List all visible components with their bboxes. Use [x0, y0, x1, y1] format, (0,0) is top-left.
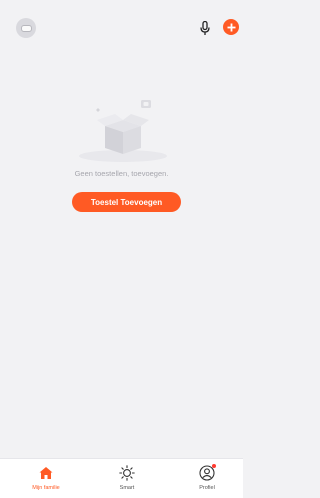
plus-icon	[227, 23, 235, 31]
home-glyph	[39, 467, 53, 479]
microphone-glyph	[200, 20, 210, 35]
profile-icon	[199, 464, 216, 481]
add-device-primary-button[interactable]: Toestel Toevoegen	[72, 192, 181, 212]
home-avatar-icon[interactable]	[16, 18, 36, 38]
notification-badge	[212, 464, 216, 468]
app-screen: Geen toestellen, toevoegen. Toestel Toev…	[0, 0, 243, 498]
sun-glyph	[119, 465, 135, 481]
tab-smart[interactable]: Smart	[97, 459, 157, 498]
tab-label-profile: Profiel	[199, 485, 215, 491]
add-device-button[interactable]	[223, 19, 239, 35]
bottom-tab-bar: Mijn familie Smart Profiel	[0, 458, 243, 498]
tab-label-smart: Smart	[119, 485, 135, 491]
tab-my-family[interactable]: Mijn familie	[16, 459, 76, 498]
empty-state-message: Geen toestellen, toevoegen.	[74, 169, 169, 178]
tab-profile[interactable]: Profiel	[177, 459, 237, 498]
tab-label-my-family: Mijn familie	[32, 485, 60, 491]
microphone-icon[interactable]	[198, 19, 212, 37]
home-icon	[38, 465, 54, 481]
sun-icon	[119, 465, 135, 481]
empty-box-icon	[79, 100, 167, 162]
avatar-glyph	[20, 24, 32, 32]
